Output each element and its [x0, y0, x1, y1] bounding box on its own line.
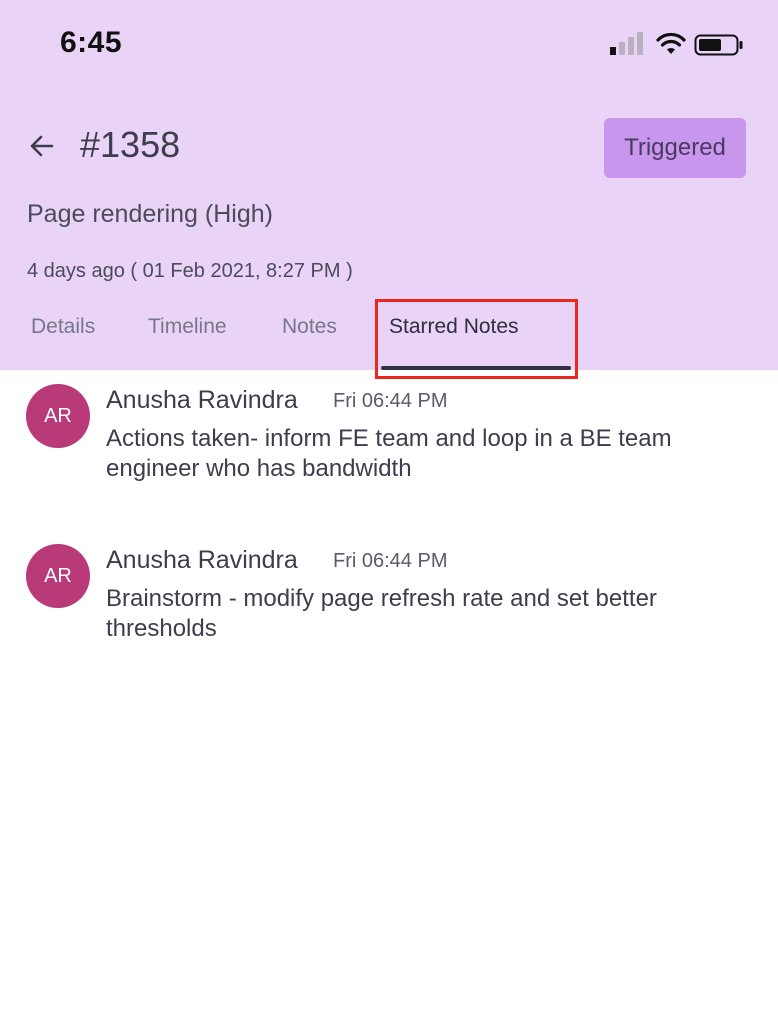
- cellular-signal-icon: [610, 32, 643, 55]
- note-text: Brainstorm - modify page refresh rate an…: [106, 585, 657, 642]
- tab-timeline[interactable]: Timeline: [148, 315, 227, 339]
- incident-status-button[interactable]: Triggered: [604, 118, 746, 178]
- note-author: Anusha Ravindra: [106, 386, 298, 414]
- status-icons: [608, 30, 748, 60]
- tab-notes[interactable]: Notes: [282, 315, 337, 339]
- list-item: AR Anusha Ravindra Fri 06:44 PM Actions …: [0, 384, 778, 524]
- note-author: Anusha Ravindra: [106, 546, 298, 574]
- back-arrow-icon[interactable]: [26, 130, 58, 162]
- battery-icon: [694, 34, 743, 56]
- note-time: Fri 06:44 PM: [333, 550, 448, 572]
- highlight-box: [375, 299, 578, 379]
- note-text: Actions taken- inform FE team and loop i…: [106, 425, 672, 482]
- note-time: Fri 06:44 PM: [333, 390, 448, 412]
- tab-details[interactable]: Details: [31, 315, 95, 339]
- list-item: AR Anusha Ravindra Fri 06:44 PM Brainsto…: [0, 544, 778, 684]
- incident-id: #1358: [80, 124, 181, 165]
- wifi-icon: [656, 32, 686, 54]
- incident-timestamp: 4 days ago ( 01 Feb 2021, 8:27 PM ): [27, 260, 353, 282]
- incident-title: Page rendering (High): [27, 200, 273, 228]
- status-time: 6:45: [60, 26, 123, 59]
- avatar: AR: [26, 384, 90, 448]
- avatar: AR: [26, 544, 90, 608]
- status-bar: 6:45: [0, 0, 778, 90]
